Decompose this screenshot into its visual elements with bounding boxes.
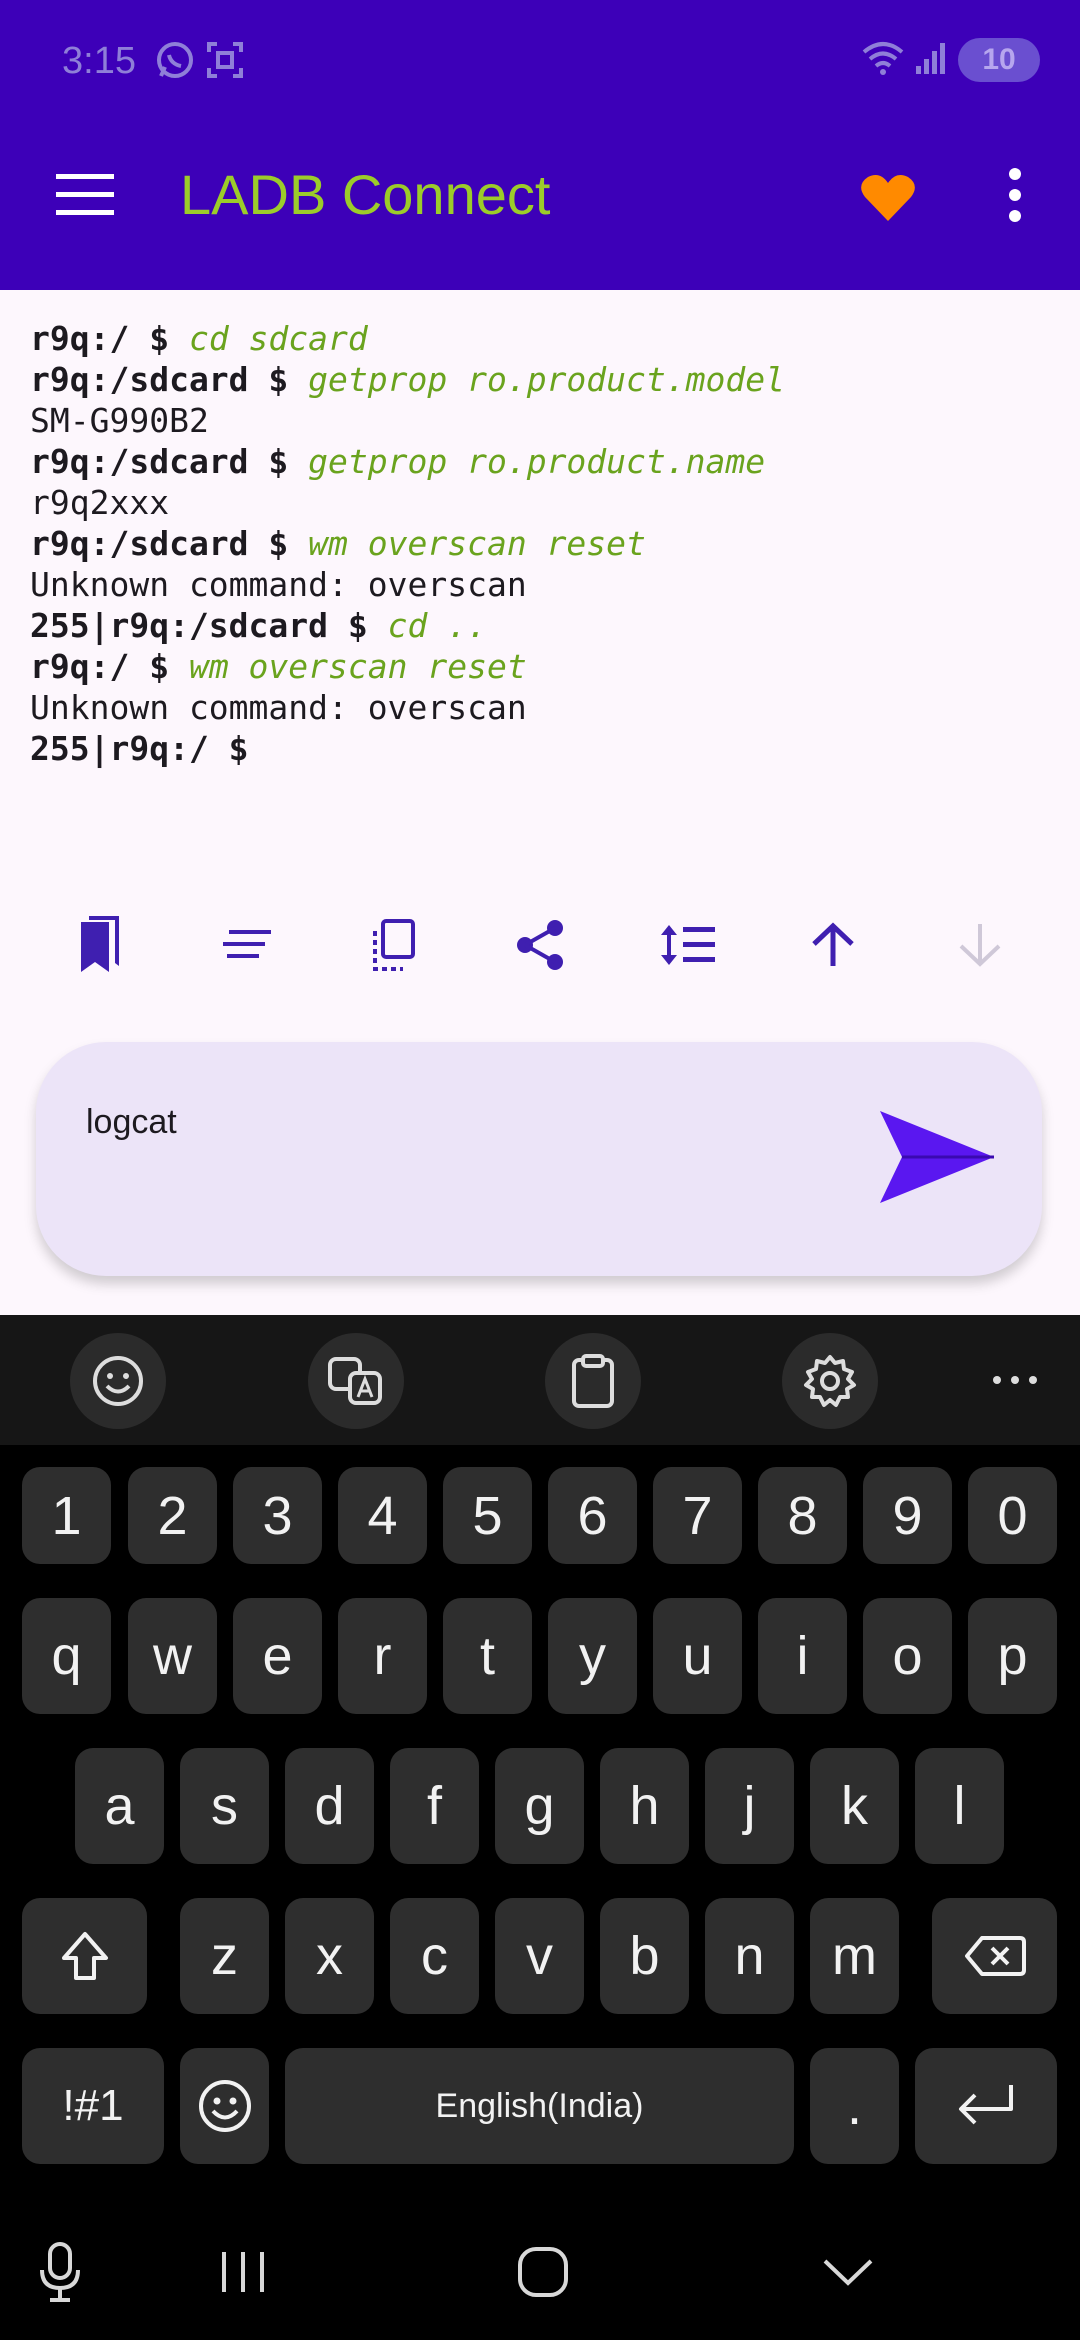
enter-key[interactable] [915,2048,1057,2164]
keyboard: 1 2 3 4 5 6 7 8 9 0 q w e r t y u i o p … [0,1315,1080,2340]
mic-icon[interactable] [30,2240,90,2304]
emoji-key[interactable] [180,2048,269,2164]
clipboard-icon[interactable] [545,1333,641,1429]
overflow-menu-icon[interactable] [990,160,1040,230]
key-7[interactable]: 7 [653,1467,742,1564]
key-w[interactable]: w [128,1598,217,1714]
heart-icon[interactable] [850,165,926,231]
status-bar: 3:15 10 [0,0,1080,125]
command-input[interactable] [86,1092,866,1152]
key-o[interactable]: o [863,1598,952,1714]
key-6[interactable]: 6 [548,1467,637,1564]
backspace-icon [964,1936,1026,1976]
terminal-line: 255|r9q:/ $ [30,729,249,768]
home-icon[interactable] [510,2240,576,2304]
key-z[interactable]: z [180,1898,269,2014]
key-9[interactable]: 9 [863,1467,952,1564]
key-i[interactable]: i [758,1598,847,1714]
key-0[interactable]: 0 [968,1467,1057,1564]
key-e[interactable]: e [233,1598,322,1714]
terminal-line: r9q:/ $ wm overscan reset [30,647,527,686]
key-2[interactable]: 2 [128,1467,217,1564]
terminal-line: r9q:/ $ cd sdcard [30,319,368,358]
scroll-up-icon[interactable] [793,905,873,985]
signal-icon [914,40,948,81]
battery-icon: 10 [958,38,1040,82]
history-icon[interactable] [207,905,287,985]
hide-keyboard-icon[interactable] [815,2240,881,2304]
command-input-card [36,1042,1042,1276]
toolbar: LADB Connect [0,140,1080,250]
key-n[interactable]: n [705,1898,794,2014]
recents-icon[interactable] [210,2240,276,2304]
keyboard-toolbar [0,1315,1080,1445]
key-f[interactable]: f [390,1748,479,1864]
key-h[interactable]: h [600,1748,689,1864]
key-g[interactable]: g [495,1748,584,1864]
status-time: 3:15 [62,40,136,82]
shift-icon [61,1932,108,1980]
key-q[interactable]: q [22,1598,111,1714]
screenshot-icon [205,40,245,85]
terminal-output: r9q:/ $ cd sdcard r9q:/sdcard $ getprop … [30,318,1060,769]
key-d[interactable]: d [285,1748,374,1864]
key-r[interactable]: r [338,1598,427,1714]
wifi-icon [862,40,904,81]
status-right: 10 [862,38,1040,82]
copy-icon[interactable] [353,905,433,985]
key-p[interactable]: p [968,1598,1057,1714]
battery-level: 10 [982,43,1016,76]
more-icon[interactable] [985,1355,1045,1405]
line-spacing-icon[interactable] [647,905,727,985]
translate-icon[interactable] [308,1333,404,1429]
key-3[interactable]: 3 [233,1467,322,1564]
key-4[interactable]: 4 [338,1467,427,1564]
key-y[interactable]: y [548,1598,637,1714]
period-key[interactable]: . [810,2048,899,2164]
terminal-line: r9q2xxx [30,483,170,522]
enter-icon [959,2085,1013,2125]
key-b[interactable]: b [600,1898,689,2014]
scroll-down-icon[interactable] [940,905,1020,985]
key-c[interactable]: c [390,1898,479,2014]
key-5[interactable]: 5 [443,1467,532,1564]
share-icon[interactable] [500,905,580,985]
emoji-icon [198,2080,251,2132]
key-x[interactable]: x [285,1898,374,2014]
terminal-line: r9q:/sdcard $ getprop ro.product.name [30,442,766,481]
key-a[interactable]: a [75,1748,164,1864]
terminal-line: r9q:/sdcard $ wm overscan reset [30,524,646,563]
bookmarks-icon[interactable] [60,905,140,985]
key-l[interactable]: l [915,1748,1004,1864]
space-key[interactable]: English(India) [285,2048,794,2164]
navigation-bar [0,2205,1080,2340]
key-u[interactable]: u [653,1598,742,1714]
key-k[interactable]: k [810,1748,899,1864]
terminal-line: Unknown command: overscan [30,565,527,604]
key-8[interactable]: 8 [758,1467,847,1564]
whatsapp-icon [155,40,195,85]
shift-key[interactable] [22,1898,147,2014]
emoji-icon[interactable] [70,1333,166,1429]
key-s[interactable]: s [180,1748,269,1864]
key-m[interactable]: m [810,1898,899,2014]
symbols-key[interactable]: !#1 [22,2048,164,2164]
action-row [60,905,1020,985]
key-t[interactable]: t [443,1598,532,1714]
settings-icon[interactable] [782,1333,878,1429]
terminal-line: r9q:/sdcard $ getprop ro.product.model [30,360,785,399]
backspace-key[interactable] [932,1898,1057,2014]
menu-icon[interactable] [40,160,130,230]
key-v[interactable]: v [495,1898,584,2014]
terminal-line: 255|r9q:/sdcard $ cd .. [30,606,487,645]
terminal-line: SM-G990B2 [30,401,209,440]
terminal-line: Unknown command: overscan [30,688,527,727]
key-j[interactable]: j [705,1748,794,1864]
app-title: LADB Connect [180,163,551,226]
key-1[interactable]: 1 [22,1467,111,1564]
send-icon[interactable] [866,1102,1006,1212]
app-bar: 3:15 10 LADB Connect [0,0,1080,290]
